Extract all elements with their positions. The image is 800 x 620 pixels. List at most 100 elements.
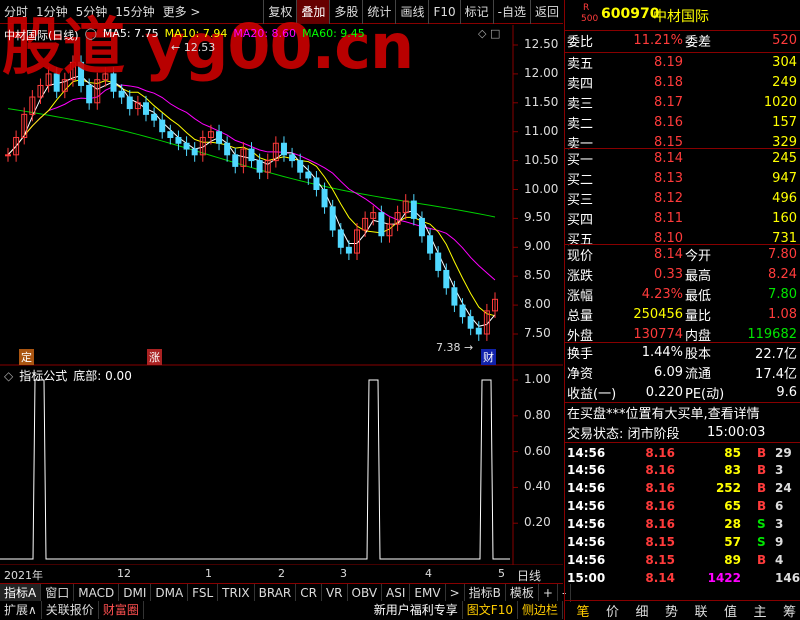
footer-related-quotes[interactable]: 关联报价 xyxy=(42,601,99,619)
fund-label: 收益(一) xyxy=(567,386,617,402)
fund-value: 17.4亿 xyxy=(755,366,797,382)
candle-body xyxy=(297,160,304,173)
footer-new-user-promo[interactable]: 新用户福利专享 xyxy=(370,601,463,619)
candle-body xyxy=(451,287,458,306)
candle-body xyxy=(467,316,474,329)
tab-vr[interactable]: VR xyxy=(322,583,348,602)
footer-wealth-circle[interactable]: 财富圈 xyxy=(99,601,144,619)
fund-value: 6.09 xyxy=(654,364,683,380)
weibi-value: 11.21% xyxy=(633,33,683,48)
tab-asi[interactable]: ASI xyxy=(382,583,411,602)
indicator-title[interactable]: 指标公式 xyxy=(19,367,67,384)
financial-badge[interactable]: 财 xyxy=(481,349,496,365)
candle-body xyxy=(337,229,344,248)
toolbar-mark-button[interactable]: 标记 xyxy=(459,0,493,24)
stat-value: 4.23% xyxy=(641,286,683,302)
tick-count: 146 xyxy=(775,571,800,585)
tab-add-button[interactable]: + xyxy=(539,583,558,602)
tick-row: 14:56 8.16 83 B 3 xyxy=(565,460,800,480)
candle-body xyxy=(118,90,125,98)
toolbar-f10-button[interactable]: F10 xyxy=(428,0,459,24)
tab-obv[interactable]: OBV xyxy=(348,583,383,602)
chart-corner-icons[interactable]: ◇ □ xyxy=(478,27,500,40)
footer-f10-graphic[interactable]: 图文F10 xyxy=(463,601,518,619)
indicator-expand-icon[interactable]: ◇ xyxy=(4,369,13,383)
period-label[interactable]: 日线 xyxy=(517,567,541,584)
ask-label: 卖二 xyxy=(567,116,594,132)
candle-body xyxy=(378,212,385,237)
tick-row: 14:56 8.15 57 S 9 xyxy=(565,532,800,552)
stat-label: 涨幅 xyxy=(567,288,594,304)
stock-name: 中材国际 xyxy=(653,9,709,25)
bid-label: 买一 xyxy=(567,153,594,168)
candle-body xyxy=(142,102,149,115)
zhang-badge[interactable]: 涨 xyxy=(147,349,162,365)
ding-badge[interactable]: 定 xyxy=(19,349,34,365)
tick-row: 14:56 8.16 65 B 6 xyxy=(565,496,800,516)
toolbar-remove-watchlist-button[interactable]: -自选 xyxy=(492,0,530,24)
tick-volume: 85 xyxy=(724,445,741,460)
ma20-label: MA20: 8.60 xyxy=(233,27,297,40)
toolbar-back-button[interactable]: 返回 xyxy=(529,0,563,24)
quote-tab[interactable]: 价 xyxy=(599,601,627,620)
fund-label: 净资 xyxy=(567,366,594,382)
stat-row: 现价 8.14 今开 7.80 xyxy=(565,244,800,264)
tick-side: B xyxy=(757,463,767,477)
bid-volume: 947 xyxy=(772,170,797,186)
tick-time: 14:56 xyxy=(567,499,606,513)
price-tick-label: 12.00 xyxy=(524,65,559,80)
ask-volume: 1020 xyxy=(763,94,797,110)
price-tick-label: 10.50 xyxy=(524,152,559,167)
candle-body xyxy=(86,84,93,104)
tick-volume: 252 xyxy=(715,481,741,495)
quote-tab[interactable]: 势 xyxy=(658,601,686,620)
bid-volume: 496 xyxy=(772,190,797,206)
price-tick-label: 10.00 xyxy=(524,181,559,196)
tab-more-arrow[interactable]: > xyxy=(446,583,465,602)
bottom-signal-polyline xyxy=(0,379,510,560)
date-tick-label: 3 xyxy=(340,567,347,580)
candle-body xyxy=(329,206,336,231)
stat-label: 现价 xyxy=(567,249,594,264)
stat-label: 总量 xyxy=(567,308,594,324)
indicator-legend: ◇ 指标公式 底部: 0.00 xyxy=(4,367,132,384)
stat-row: 涨幅 4.23% 最低 7.80 xyxy=(565,284,800,304)
candle-body xyxy=(248,148,255,162)
candle-body xyxy=(151,113,158,121)
footer-expand[interactable]: 扩展∧ xyxy=(0,601,42,619)
quote-tab[interactable]: 值 xyxy=(717,601,745,620)
bid-row: 买四 8.11 160 xyxy=(565,208,800,228)
tab-dmi[interactable]: DMI xyxy=(119,583,152,602)
tab-emv[interactable]: EMV xyxy=(410,583,446,602)
tab-template[interactable]: 模板 xyxy=(506,583,539,602)
quote-tab[interactable]: 细 xyxy=(628,601,656,620)
tick-row: 14:56 8.16 28 S 3 xyxy=(565,514,800,534)
footer-sidebar[interactable]: 侧边栏 xyxy=(518,601,563,619)
tab-indicator-b[interactable]: 指标B xyxy=(465,583,506,602)
bid-label: 买四 xyxy=(567,212,594,228)
tab-fsl[interactable]: FSL xyxy=(188,583,219,602)
tick-price: 8.14 xyxy=(645,571,675,585)
kline-chart[interactable] xyxy=(0,25,563,565)
tab-dma[interactable]: DMA xyxy=(151,583,189,602)
ask-volume: 304 xyxy=(772,55,797,70)
tab-cr[interactable]: CR xyxy=(296,583,322,602)
tab-brar[interactable]: BRAR xyxy=(255,583,297,602)
ma5-line xyxy=(7,75,496,327)
quote-tab[interactable]: 主 xyxy=(746,601,774,620)
tab-trix[interactable]: TRIX xyxy=(218,583,255,602)
tick-price: 8.16 xyxy=(645,481,675,495)
tick-side: B xyxy=(757,481,767,495)
fund-label: PE(动) xyxy=(685,386,725,402)
tick-price: 8.16 xyxy=(645,463,675,477)
tab-window[interactable]: 窗口 xyxy=(41,583,75,602)
tab-macd[interactable]: MACD xyxy=(74,583,120,602)
notice-row[interactable]: 在买盘***位置有大买单,查看详情 xyxy=(565,402,800,422)
stat-value: 130774 xyxy=(633,326,683,342)
collapse-icon[interactable]: ◯ xyxy=(85,27,97,43)
quote-tab[interactable]: 筹 xyxy=(776,601,800,620)
quote-tab[interactable]: 联 xyxy=(687,601,715,620)
bid-price: 8.12 xyxy=(654,190,683,206)
quote-tab[interactable]: 笔 xyxy=(569,601,597,620)
tab-indicator-a[interactable]: 指标A xyxy=(0,583,42,602)
